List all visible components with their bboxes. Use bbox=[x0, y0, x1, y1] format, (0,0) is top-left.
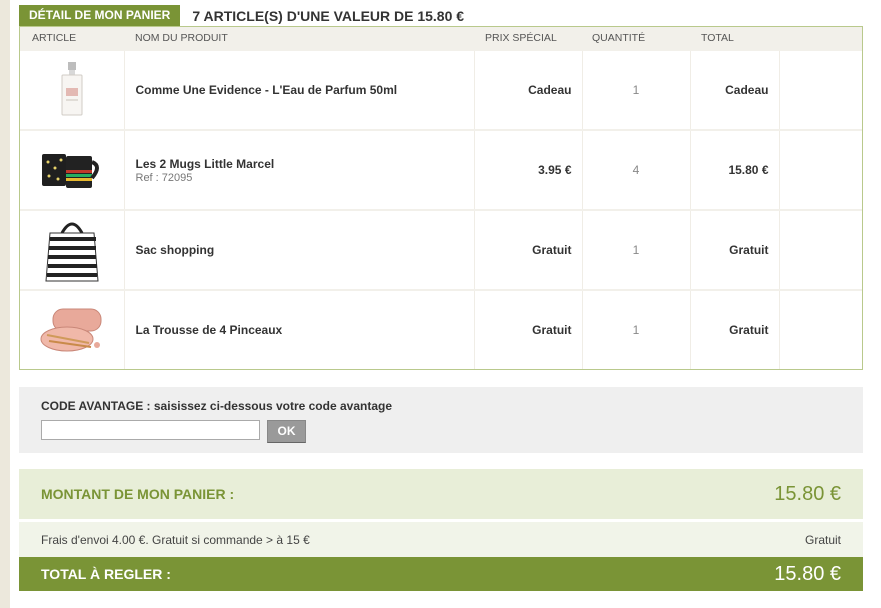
quantity-cell: 1 bbox=[581, 49, 690, 130]
column-header-quantity: QUANTITÉ bbox=[582, 27, 690, 50]
quantity-cell: 1 bbox=[581, 209, 690, 290]
cart-amount-value: 15.80 € bbox=[774, 482, 841, 505]
grand-total-value: 15.80 € bbox=[774, 562, 841, 585]
total-cell: 15.80 € bbox=[689, 129, 779, 210]
table-row: Les 2 Mugs Little Marcel Ref : 72095 3.9… bbox=[20, 129, 862, 210]
column-header-spacer bbox=[779, 27, 862, 50]
column-header-product-name: NOM DU PRODUIT bbox=[124, 27, 474, 50]
table-row: Comme Une Evidence - L'Eau de Parfum 50m… bbox=[20, 49, 862, 130]
promo-ok-button[interactable]: OK bbox=[267, 420, 306, 443]
product-name-cell: Les 2 Mugs Little Marcel Ref : 72095 bbox=[123, 129, 474, 210]
table-row: Sac shopping Gratuit 1 Gratuit bbox=[20, 209, 862, 290]
special-price-cell: 3.95 € bbox=[473, 129, 582, 210]
quantity-cell: 4 bbox=[581, 129, 690, 210]
article-cell bbox=[20, 209, 124, 290]
spacer-cell bbox=[778, 289, 862, 369]
cart-table: ARTICLE NOM DU PRODUIT PRIX SPÉCIAL QUAN… bbox=[20, 27, 862, 369]
cart-totals: MONTANT DE MON PANIER : 15.80 € Frais d'… bbox=[19, 469, 863, 591]
shopping-bag-image[interactable] bbox=[20, 212, 124, 288]
grand-total-label: TOTAL À REGLER : bbox=[41, 566, 171, 582]
quantity-cell: 1 bbox=[581, 289, 690, 369]
cart-amount-row: MONTANT DE MON PANIER : 15.80 € bbox=[19, 469, 863, 519]
perfume-bottle-image[interactable] bbox=[20, 52, 124, 128]
product-name-cell: Sac shopping bbox=[123, 209, 474, 290]
article-cell bbox=[20, 129, 124, 210]
article-cell bbox=[20, 289, 124, 369]
brush-case-image[interactable] bbox=[20, 292, 124, 368]
shipping-row: Frais d'envoi 4.00 €. Gratuit si command… bbox=[19, 522, 863, 557]
cart-detail-tab: DÉTAIL DE MON PANIER bbox=[19, 5, 181, 26]
grand-total-row: TOTAL À REGLER : 15.80 € bbox=[19, 557, 863, 591]
product-name-cell: La Trousse de 4 Pinceaux bbox=[123, 289, 474, 369]
cart-amount-label: MONTANT DE MON PANIER : bbox=[41, 486, 235, 502]
shipping-label: Frais d'envoi 4.00 €. Gratuit si command… bbox=[41, 532, 310, 547]
shipping-value: Gratuit bbox=[804, 532, 841, 547]
article-cell bbox=[20, 49, 124, 130]
product-ref: Ref : 72095 bbox=[135, 171, 193, 184]
promo-code-label: CODE AVANTAGE : saisissez ci-dessous vot… bbox=[41, 399, 392, 413]
product-name[interactable]: Les 2 Mugs Little Marcel bbox=[125, 157, 474, 171]
special-price-cell: Cadeau bbox=[473, 49, 582, 130]
product-name-cell: Comme Une Evidence - L'Eau de Parfum 50m… bbox=[123, 49, 474, 130]
cart-section: DÉTAIL DE MON PANIER 7 ARTICLE(S) D'UNE … bbox=[19, 5, 863, 591]
table-row: La Trousse de 4 Pinceaux Gratuit 1 Gratu… bbox=[20, 289, 862, 369]
total-cell: Gratuit bbox=[689, 289, 779, 369]
table-header-row: ARTICLE NOM DU PRODUIT PRIX SPÉCIAL QUAN… bbox=[20, 27, 862, 50]
spacer-cell bbox=[778, 209, 862, 290]
spacer-cell bbox=[778, 129, 862, 210]
spacer-cell bbox=[778, 49, 862, 130]
promo-code-panel: CODE AVANTAGE : saisissez ci-dessous vot… bbox=[19, 387, 863, 453]
cart-summary: 7 ARTICLE(S) D'UNE VALEUR DE 15.80 € bbox=[192, 7, 465, 24]
page-left-rail bbox=[0, 0, 10, 608]
total-cell: Cadeau bbox=[689, 49, 779, 130]
column-header-total: TOTAL bbox=[690, 27, 779, 50]
total-cell: Gratuit bbox=[689, 209, 779, 290]
column-header-special-price: PRIX SPÉCIAL bbox=[474, 27, 582, 50]
promo-code-input[interactable] bbox=[41, 420, 260, 440]
mugs-image[interactable] bbox=[20, 132, 124, 208]
product-name[interactable]: La Trousse de 4 Pinceaux bbox=[125, 323, 474, 337]
product-name[interactable]: Comme Une Evidence - L'Eau de Parfum 50m… bbox=[125, 83, 474, 97]
special-price-cell: Gratuit bbox=[473, 209, 582, 290]
cart-header: DÉTAIL DE MON PANIER 7 ARTICLE(S) D'UNE … bbox=[19, 5, 863, 26]
special-price-cell: Gratuit bbox=[473, 289, 582, 369]
product-name[interactable]: Sac shopping bbox=[125, 243, 474, 257]
cart-table-box: ARTICLE NOM DU PRODUIT PRIX SPÉCIAL QUAN… bbox=[19, 26, 863, 370]
column-header-article: ARTICLE bbox=[20, 27, 124, 50]
